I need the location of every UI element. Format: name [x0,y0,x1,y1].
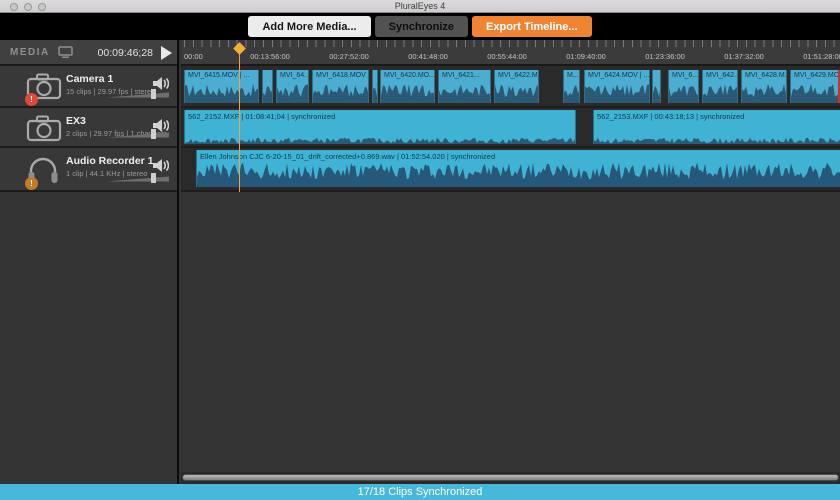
status-bar: 17/18 Clips Synchronized [0,484,840,500]
track-name: Camera 1 [66,73,114,85]
timeline-clip[interactable]: MVI_6421... [438,70,491,103]
timeline-clip[interactable]: MVI_6429.MO... [790,70,840,103]
timeline-clip[interactable] [652,70,661,103]
volume-slider[interactable] [107,86,169,104]
sidebar-track-ex3[interactable]: EX3 2 clips | 29.97 fps | 1 channels [0,108,177,148]
play-button[interactable] [159,45,173,66]
ruler-tick-label: 00:41:48:00 [408,52,448,61]
track-lane-camera1: MVI_6415.MOV | ... MVI_64... MVI_6418.MOV … [181,66,840,108]
timeline-area: 00:00 00:13:56:00 00:27:52:00 00:41:48:00 00… [181,40,840,484]
titlebar: PluralEyes 4 [0,0,840,13]
clip-label: 562_2152.MXF | 01:08:41;04 | synchronize… [188,112,336,121]
ruler-tick-label: 00:27:52:00 [329,52,369,61]
synchronize-button[interactable]: Synchronize [374,16,469,37]
current-timecode: 00:09:46;28 [97,47,153,59]
clip-label: MVI_6428.M... [745,72,786,79]
clip-label: MVI_6415.MOV | ... [188,72,250,79]
timeline-clip[interactable]: MVI_6422.MOV [494,70,539,103]
clip-label [263,70,272,72]
clip-label: MVI_6418.MOV | ... [316,72,368,79]
timeline-clip[interactable]: MVI_6424.MOV | ... [584,70,650,103]
clip-label: MVI_6429.MO... [794,72,838,79]
warning-badge: ! [25,93,38,106]
clip-label: MVI_6421... [442,72,480,79]
timeline-clip[interactable]: MVI_6415.MOV | ... [184,70,259,103]
timeline-clip[interactable]: MVI_6... [668,70,699,103]
sidebar-track-audio-recorder[interactable]: ! Audio Recorder 1 1 clip | 44.1 KHz | s… [0,148,177,192]
window-title: PluralEyes 4 [394,1,446,11]
warning-badge: ! [25,177,38,190]
ruler-tick-label: 00:00 [184,52,203,61]
playhead-handle[interactable] [233,42,246,55]
sidebar-track-camera1[interactable]: ! Camera 1 15 clips | 29.97 fps | stereo [0,66,177,108]
clip-label [373,70,377,72]
clip-label: 562_2153.MXF | 00:43:18;13 | synchronize… [597,112,745,121]
ruler-tick-label: 00:13:56:00 [250,52,290,61]
ruler-tick-label: 00:55:44:00 [487,52,527,61]
clip-label [653,70,660,72]
horizontal-scrollbar[interactable] [181,472,840,484]
track-lane-ex3: 562_2152.MXF | 01:08:41;04 | synchronize… [181,108,840,148]
ruler-tick-label: 01:23:36:00 [645,52,685,61]
volume-slider[interactable] [107,126,169,144]
scrollbar-thumb[interactable] [182,474,839,481]
toolbar: Add More Media... Synchronize Export Tim… [0,13,840,40]
timeline-clip[interactable]: MVI_64... [276,70,309,103]
media-label: MEDIA [10,47,50,58]
clip-label: MVI_6424.MOV | ... [588,72,649,79]
timeline-tracks: MVI_6415.MOV | ... MVI_64... MVI_6418.MOV … [181,66,840,472]
timeline-clip[interactable]: MVI_642... [702,70,738,103]
timeline-clip[interactable]: MVI_6428.M... [741,70,787,103]
volume-slider[interactable] [107,170,169,188]
clip-label: MVI_6420.MO... [384,72,434,79]
timeline-clip[interactable] [372,70,378,103]
add-more-media-button[interactable]: Add More Media... [248,16,371,37]
ruler-tick-label: 01:37:32:00 [724,52,764,61]
main-area: MEDIA 00:09:46;28 ! Camera 1 15 clips | … [0,40,840,484]
camera-icon [26,115,62,147]
sidebar-empty-area [0,192,177,484]
track-name: Audio Recorder 1 [66,155,154,167]
timeline-clip[interactable]: MVI_6420.MO... [380,70,435,103]
clip-label: MVI_6422.MOV [498,72,538,79]
media-header: MEDIA 00:09:46;28 [0,40,177,66]
timeline-clip[interactable] [262,70,273,103]
clip-label: M... [567,72,579,79]
timeline-clip[interactable]: M... [563,70,580,103]
clip-label: MVI_6... [672,72,698,79]
timeline-clip[interactable]: 562_2152.MXF | 01:08:41;04 | synchronize… [184,110,576,144]
playhead-line[interactable] [239,53,240,192]
timeline-clip[interactable]: MVI_6418.MOV | ... [312,70,369,103]
timeline-clip[interactable]: 562_2153.MXF | 00:43:18;13 | synchronize… [593,110,840,144]
track-lane-audio: Ellen Johnson CJC 6-20-15_01_drift_corre… [181,148,840,192]
timeline-clip[interactable]: Ellen Johnson CJC 6-20-15_01_drift_corre… [196,150,840,187]
export-timeline-button[interactable]: Export Timeline... [472,16,592,37]
clip-label: MVI_64... [280,72,308,79]
ruler-tick-label: 01:09:40:00 [566,52,606,61]
timeline-ruler[interactable]: 00:00 00:13:56:00 00:27:52:00 00:41:48:00 00… [181,40,840,66]
clip-label: Ellen Johnson CJC 6-20-15_01_drift_corre… [200,152,496,161]
media-sidebar: MEDIA 00:09:46;28 ! Camera 1 15 clips | … [0,40,179,484]
pluraleyes-window: PluralEyes 4 Add More Media... Synchroni… [0,0,840,500]
track-name: EX3 [66,115,86,127]
monitor-icon[interactable] [58,46,73,64]
ruler-tick-label: 01:51:28:00 [803,52,840,61]
clip-label: MVI_642... [706,72,737,79]
